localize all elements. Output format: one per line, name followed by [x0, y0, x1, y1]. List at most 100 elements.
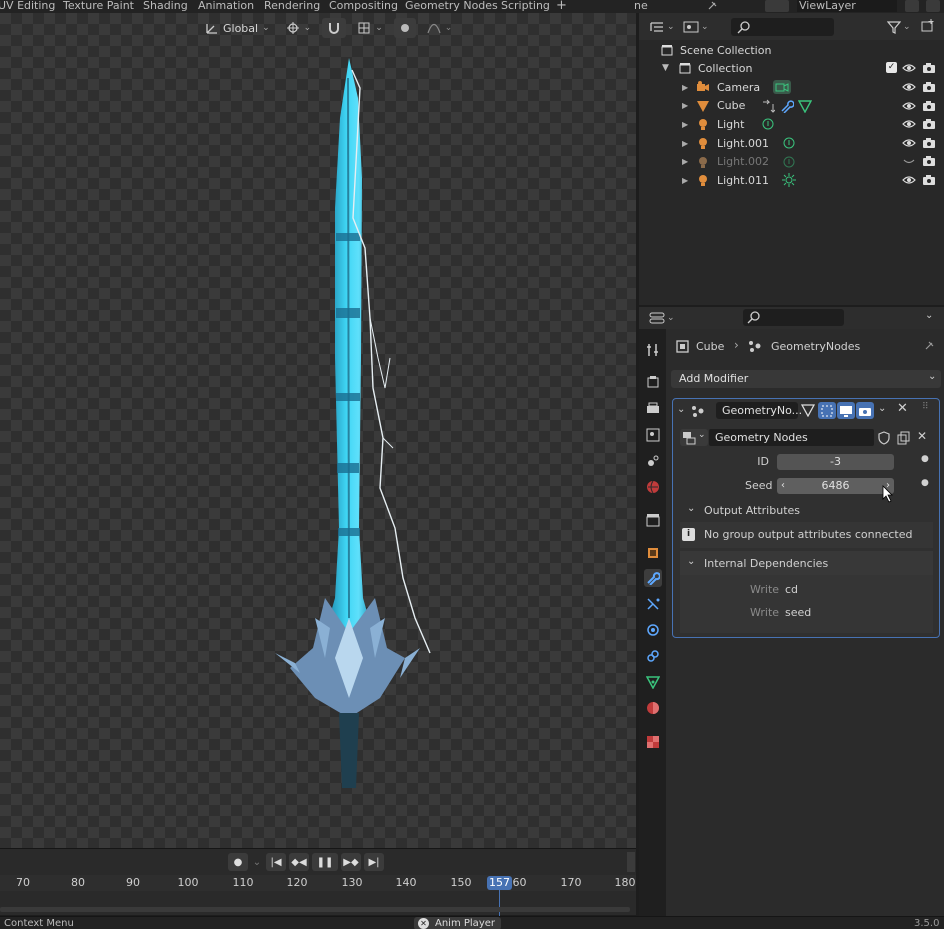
outliner-object-row[interactable]: ▶ Light [639, 115, 944, 134]
eye-icon[interactable] [902, 80, 916, 94]
snap-toggle[interactable] [322, 18, 347, 38]
jump-keyframe-back-button[interactable]: ◆◀ [289, 853, 309, 871]
duplicate-icon[interactable] [897, 431, 911, 445]
tab-texture-paint[interactable]: Texture Paint [63, 0, 134, 12]
scene-collection-row[interactable]: Scene Collection [639, 41, 944, 60]
pin-icon[interactable] [923, 340, 935, 352]
keyframe-dot-icon[interactable]: ● [921, 478, 929, 488]
world-tab-icon[interactable] [644, 478, 662, 496]
camera-data-icon[interactable] [773, 80, 791, 95]
eye-icon[interactable] [902, 99, 916, 113]
camera-render-icon[interactable] [922, 154, 936, 168]
sun-light-data-icon[interactable] [782, 173, 796, 188]
node-group-browse-dropdown[interactable]: ⌄ [680, 429, 708, 446]
modifier-options-chevron-icon[interactable]: ⌄ [878, 403, 886, 414]
on-cage-toggle[interactable] [818, 402, 836, 419]
timeline-scrollbar[interactable] [0, 907, 630, 912]
unlink-close-icon[interactable]: ✕ [917, 429, 927, 443]
expand-arrow-icon[interactable]: ▶ [682, 83, 688, 92]
light-data-icon[interactable] [782, 155, 796, 169]
view-layer-field[interactable]: ViewLayer [797, 0, 897, 12]
keyframe-dot-icon[interactable]: ● [921, 454, 929, 464]
fake-user-shield-icon[interactable] [877, 431, 891, 445]
physics-tab-icon[interactable] [644, 621, 662, 639]
tab-geometry-nodes[interactable]: Geometry Nodes [405, 0, 498, 12]
viewport-toggle[interactable] [837, 402, 855, 419]
add-modifier-dropdown[interactable]: Add Modifier ⌄ [671, 370, 941, 388]
render-tab-icon[interactable] [644, 373, 662, 391]
display-mode-dropdown[interactable]: ⌄ [649, 18, 677, 36]
material-tab-icon[interactable] [644, 699, 662, 717]
editor-type-dropdown[interactable]: ⌄ [649, 309, 677, 327]
scene-name[interactable]: ne [634, 0, 648, 12]
outliner-search-input[interactable] [731, 18, 834, 36]
cancel-icon[interactable]: ✕ [418, 918, 429, 929]
expand-arrow-icon[interactable]: ▶ [682, 120, 688, 129]
view-layer-tab-icon[interactable] [644, 426, 662, 444]
camera-render-icon[interactable] [922, 136, 936, 150]
object-name[interactable]: Light.011 [717, 174, 769, 187]
edit-mode-toggle-icon[interactable] [801, 403, 815, 417]
expand-arrow-icon[interactable]: ▶ [682, 101, 688, 110]
exclude-checkbox[interactable]: ✓ [886, 62, 897, 73]
snap-target-dropdown[interactable]: ⌄ [352, 18, 388, 38]
tab-uv-editing[interactable]: UV Editing [0, 0, 55, 12]
falloff-dropdown[interactable]: ⌄ [422, 18, 458, 38]
light-data-icon[interactable] [782, 136, 796, 150]
remove-modifier-close-icon[interactable]: ✕ [897, 401, 908, 416]
geometry-nodes-modifier-panel[interactable]: ⌄ GeometryNo... ⌄ ✕ ⠿ ⌄ Geometry Nodes ✕ [672, 398, 940, 638]
pause-button[interactable]: ❚❚ [312, 853, 338, 871]
outliner-object-row[interactable]: ▶ Light.011 [639, 171, 944, 190]
modifiers-icon[interactable] [761, 99, 775, 113]
eye-icon[interactable] [902, 61, 916, 75]
collapse-toggle-icon[interactable]: ▼ [662, 63, 669, 73]
current-frame-indicator[interactable]: 157 [487, 876, 512, 890]
modifier-tab-wrench-icon[interactable] [644, 569, 662, 587]
eye-icon[interactable] [902, 117, 916, 131]
constraints-tab-icon[interactable] [644, 647, 662, 665]
new-collection-button[interactable] [920, 18, 938, 36]
wrench-icon[interactable] [780, 99, 794, 113]
outliner-object-row[interactable]: ▶ Camera [639, 78, 944, 97]
transform-orientation-dropdown[interactable]: Global ⌄ [200, 18, 275, 38]
expand-arrow-icon[interactable]: ▶ [682, 157, 688, 166]
jump-start-button[interactable]: |◀ [266, 853, 286, 871]
properties-search-input[interactable] [743, 309, 844, 326]
eye-icon[interactable] [902, 136, 916, 150]
node-group-name-input[interactable]: Geometry Nodes [709, 429, 874, 446]
camera-render-icon[interactable] [922, 61, 936, 75]
proportional-edit-toggle[interactable] [393, 18, 416, 38]
tab-animation[interactable]: Animation [198, 0, 254, 12]
scene-tab-icon[interactable] [644, 452, 662, 470]
jump-keyframe-forward-button[interactable]: ▶◆ [341, 853, 361, 871]
pivot-point-dropdown[interactable]: ⌄ [281, 18, 317, 38]
camera-render-icon[interactable] [922, 173, 936, 187]
filter-dropdown[interactable]: ⌄ [887, 18, 915, 36]
tab-rendering[interactable]: Rendering [264, 0, 320, 12]
modifier-name-input[interactable]: GeometryNo... [716, 402, 802, 419]
light-data-icon[interactable] [761, 117, 775, 131]
tab-compositing[interactable]: Compositing [329, 0, 398, 12]
output-attributes-subpanel-header[interactable]: ⌄ Output Attributes [680, 498, 933, 522]
view-layer-icon[interactable] [765, 0, 789, 12]
jump-end-button[interactable]: ▶| [364, 853, 384, 871]
3d-viewport[interactable]: Global ⌄ ⌄ ⌄ ⌄ [0, 13, 636, 848]
outliner-object-row[interactable]: ▶ Cube [639, 97, 944, 116]
render-toggle[interactable] [856, 402, 874, 419]
texture-tab-icon[interactable] [644, 733, 662, 751]
object-name[interactable]: Light [717, 118, 744, 131]
mesh-data-icon[interactable] [798, 99, 812, 113]
expand-arrow-icon[interactable]: ▶ [682, 176, 688, 185]
object-name[interactable]: Cube [717, 99, 745, 112]
outliner-object-row[interactable]: ▶ Light.001 [639, 134, 944, 153]
object-tab-icon[interactable] [644, 544, 662, 562]
outliner-object-row[interactable]: ▶ Light.002 [639, 152, 944, 171]
sword-model[interactable] [255, 58, 455, 798]
expand-arrow-icon[interactable]: ▶ [682, 139, 688, 148]
camera-render-icon[interactable] [922, 80, 936, 94]
tab-scripting[interactable]: Scripting [501, 0, 550, 12]
object-name[interactable]: Light.002 [717, 155, 769, 168]
filter-display-dropdown[interactable]: ⌄ [683, 18, 711, 36]
data-tab-icon[interactable] [644, 673, 662, 691]
tab-shading[interactable]: Shading [143, 0, 188, 12]
